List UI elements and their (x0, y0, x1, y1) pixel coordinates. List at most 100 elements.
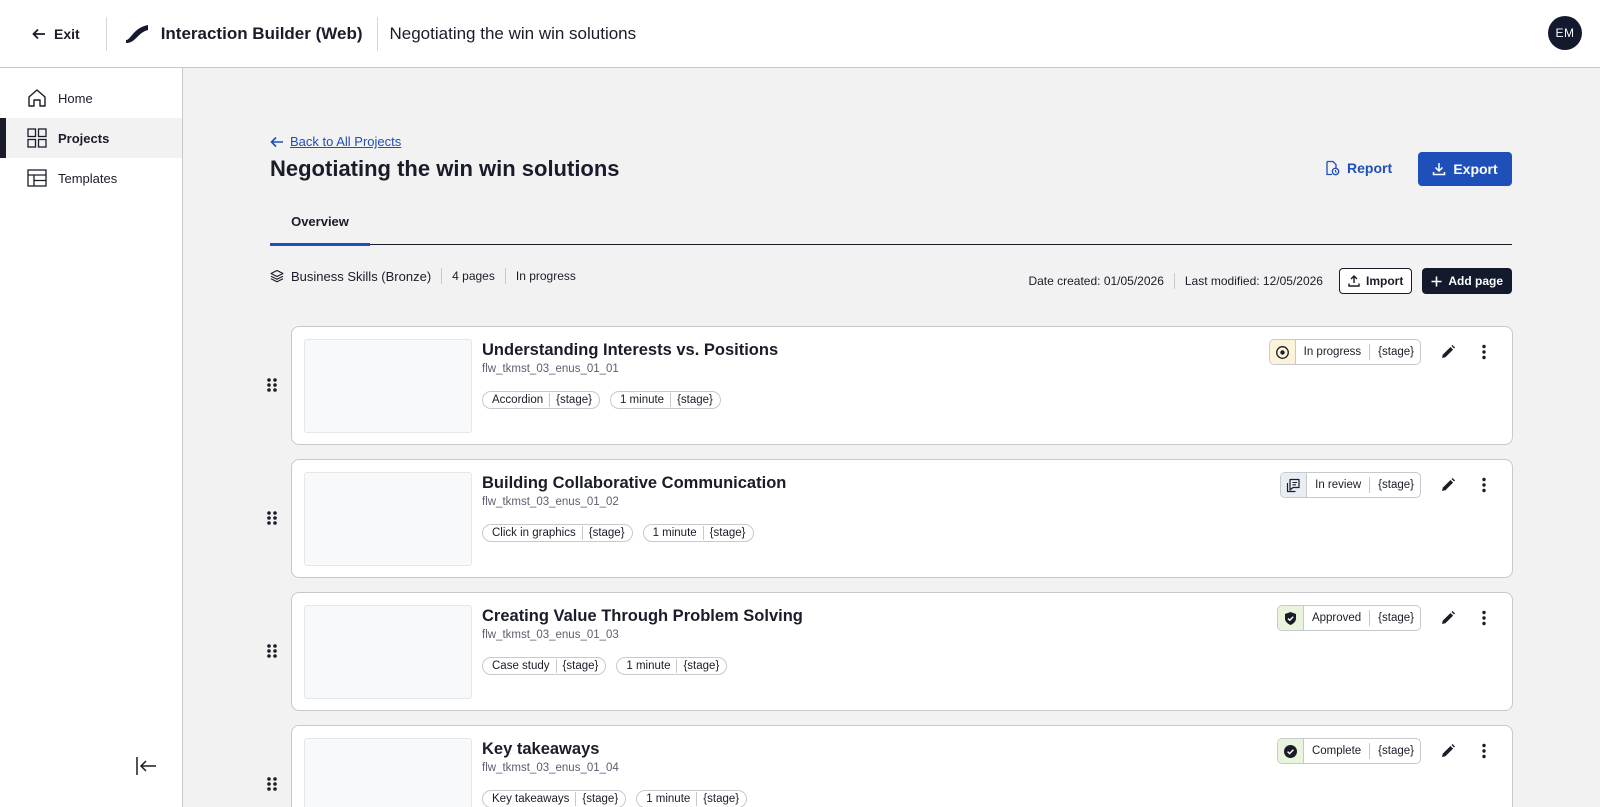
import-label: Import (1365, 274, 1404, 288)
tag-divider (575, 792, 577, 806)
tag-divider (676, 659, 678, 673)
page-thumbnail (304, 339, 472, 433)
project-meta: Business Skills (Bronze) 4 pages In prog… (270, 264, 576, 288)
course-name: Business Skills (Bronze) (291, 268, 432, 284)
duration-tag: 1 minute {stage} (636, 790, 748, 807)
tag-stage: {stage} (556, 394, 592, 406)
pencil-icon[interactable] (1440, 344, 1456, 360)
report-icon (1326, 160, 1340, 176)
header-divider (105, 16, 107, 51)
status-badge: In review {stage} (1280, 472, 1421, 498)
meta-divider (504, 268, 506, 284)
tag-divider (555, 659, 557, 673)
status-text: Approved (1311, 612, 1362, 624)
sidebar-item-home[interactable]: Home (0, 78, 182, 118)
status-stage: {stage} (1378, 745, 1414, 757)
status-icon-wrap (1281, 473, 1308, 497)
layers-icon (270, 269, 284, 283)
home-icon (28, 89, 46, 107)
header-project-name: Negotiating the win win solutions (389, 23, 637, 43)
more-vertical-icon[interactable] (1476, 477, 1492, 493)
status-badge: Complete {stage} (1276, 738, 1421, 764)
shield-check-icon (1284, 611, 1296, 625)
add-page-label: Add page (1448, 274, 1503, 288)
arrow-left-icon (32, 28, 45, 39)
type-tag: Click in graphics {stage} (482, 524, 633, 542)
import-button[interactable]: Import (1338, 268, 1413, 294)
tag-divider (581, 526, 583, 540)
page-card[interactable]: Key takeaways flw_tkmst_03_enus_01_04 Ke… (267, 725, 1513, 807)
report-label: Report (1347, 160, 1393, 176)
meta-divider (1173, 273, 1175, 289)
page-card[interactable]: Creating Value Through Problem Solving f… (267, 592, 1513, 711)
tag-stage: {stage} (683, 660, 720, 672)
export-label: Export (1453, 161, 1498, 177)
tag-stage: {stage} (562, 660, 599, 672)
page-thumbnail (304, 738, 472, 807)
avatar[interactable]: EM (1548, 16, 1582, 50)
more-vertical-icon[interactable] (1476, 344, 1492, 360)
page-tags: Click in graphics {stage} 1 minute {stage} (482, 524, 754, 542)
report-button[interactable]: Report (1324, 152, 1392, 184)
meta-divider (441, 268, 443, 284)
status-stage: {stage} (1378, 612, 1414, 624)
sidebar-item-label: Home (58, 90, 93, 106)
app-title: Interaction Builder (Web) (160, 23, 363, 43)
tag-label: 1 minute (652, 527, 697, 539)
page-id: flw_tkmst_03_enus_01_03 (482, 629, 619, 641)
status-text: In progress (1303, 346, 1362, 358)
page-tags: Accordion {stage} 1 minute {stage} (482, 391, 721, 409)
tag-label: 1 minute (626, 660, 671, 672)
tab-overview[interactable]: Overview (270, 204, 370, 246)
grid-icon (27, 128, 47, 148)
duration-tag: 1 minute {stage} (642, 524, 754, 542)
sidebar-item-projects[interactable]: Projects (0, 118, 182, 158)
drag-handle-icon[interactable] (265, 510, 279, 526)
exit-label: Exit (54, 25, 80, 42)
page-title-text: Understanding Interests vs. Positions (482, 341, 779, 359)
type-tag: Accordion {stage} (482, 391, 600, 409)
brand: Interaction Builder (Web) (125, 24, 363, 44)
page-thumbnail (304, 605, 472, 699)
page-tags: Case study {stage} 1 minute {stage} (482, 657, 728, 675)
tag-stage: {stage} (703, 793, 740, 805)
status-stage: {stage} (1378, 479, 1414, 491)
tag-divider (702, 526, 704, 540)
tag-stage: {stage} (709, 527, 746, 539)
pencil-icon[interactable] (1440, 610, 1456, 626)
drag-handle-icon[interactable] (265, 776, 279, 792)
status-badge: Approved {stage} (1276, 605, 1421, 631)
main-content: Back to All Projects Negotiating the win… (184, 68, 1600, 807)
more-vertical-icon[interactable] (1476, 610, 1492, 626)
drag-handle-icon[interactable] (265, 643, 279, 659)
tag-stage: {stage} (588, 527, 625, 539)
tag-divider (549, 393, 551, 407)
page-title-text: Building Collaborative Communication (482, 474, 787, 492)
page-card[interactable]: Understanding Interests vs. Positions fl… (267, 326, 1513, 445)
page-card[interactable]: Building Collaborative Communication flw… (267, 459, 1513, 578)
tag-label: 1 minute (619, 394, 665, 406)
add-page-button[interactable]: Add page (1422, 268, 1512, 294)
pencil-icon[interactable] (1440, 743, 1456, 759)
sidebar-item-label: Templates (58, 170, 118, 186)
page-id: flw_tkmst_03_enus_01_01 (482, 363, 619, 375)
tag-stage: {stage} (582, 793, 619, 805)
duration-tag: 1 minute {stage} (616, 657, 728, 675)
tag-label: Key takeaways (492, 793, 570, 805)
export-button[interactable]: Export (1418, 152, 1512, 186)
collapse-sidebar-icon[interactable] (134, 754, 158, 778)
arrow-left-icon (270, 136, 283, 147)
pencil-icon[interactable] (1440, 477, 1456, 493)
page-thumbnail (304, 472, 472, 566)
more-vertical-icon[interactable] (1476, 743, 1492, 759)
plus-icon (1431, 276, 1442, 286)
sidebar-item-templates[interactable]: Templates (0, 158, 182, 198)
back-to-projects-link[interactable]: Back to All Projects (270, 134, 401, 149)
drag-handle-icon[interactable] (265, 377, 279, 393)
page-tags: Key takeaways {stage} 1 minute {stage} (482, 790, 748, 807)
page-count: 4 pages (452, 269, 495, 283)
review-icon (1287, 478, 1300, 492)
exit-button[interactable]: Exit (32, 26, 80, 42)
status-icon-wrap (1269, 340, 1296, 364)
status-icon-wrap (1277, 606, 1304, 630)
